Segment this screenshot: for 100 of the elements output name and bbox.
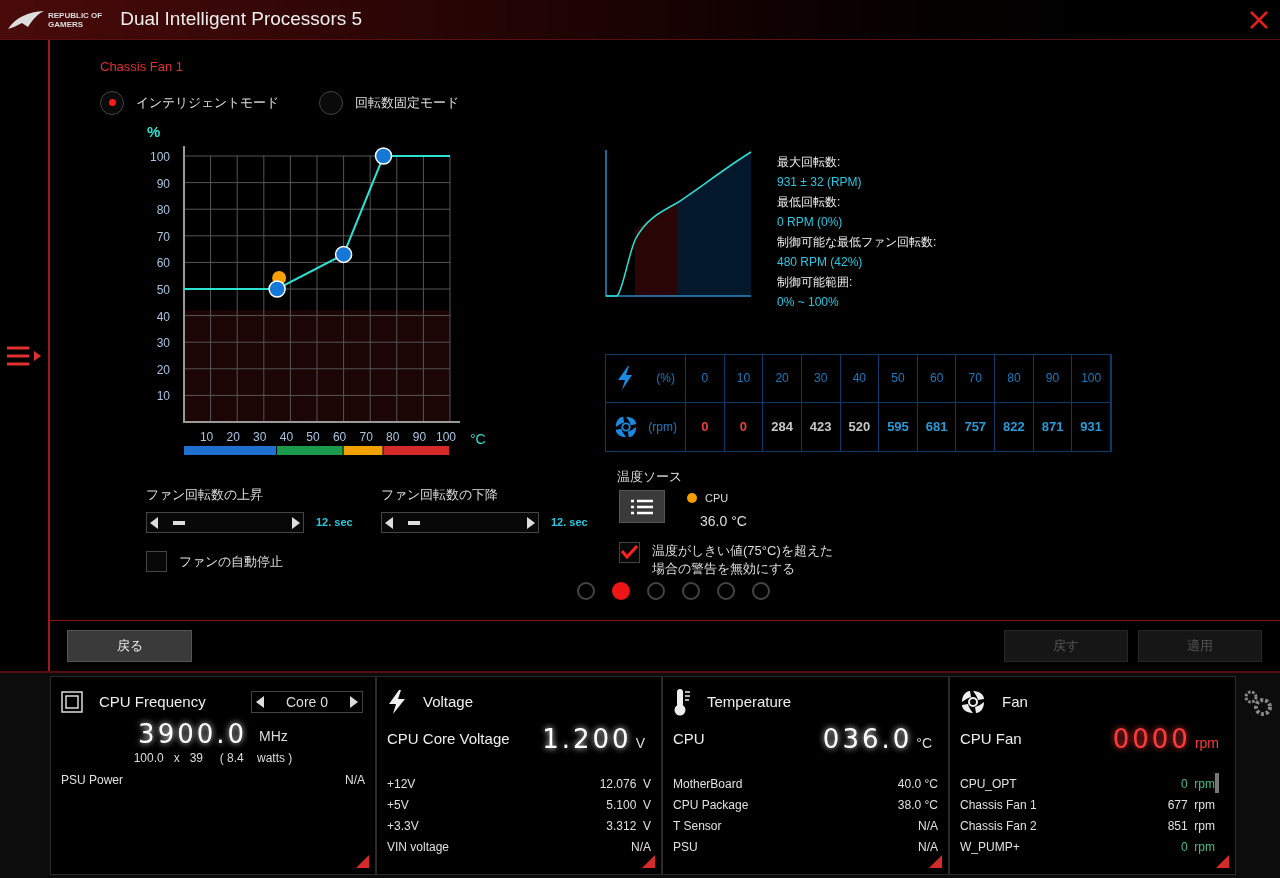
left-arrow-icon[interactable]	[150, 516, 158, 529]
y-tick-label: 50	[156, 282, 170, 297]
x-tick-label: 50	[306, 429, 320, 444]
x-tick-label: 80	[386, 429, 400, 444]
x-tick-label: 100	[436, 429, 456, 444]
thermometer-icon	[673, 688, 691, 716]
core-label: Core 0	[286, 692, 328, 712]
checkbox[interactable]	[146, 551, 167, 572]
sensor-value: N/A	[631, 838, 651, 856]
main-sensor-value: 0000	[1112, 724, 1191, 754]
sensor-reading: 36.0 °C	[700, 511, 747, 531]
table-cell: 50	[879, 354, 918, 403]
sensor-value: 3.312 V	[606, 817, 651, 835]
sensor-label: W_PUMP+	[960, 838, 1020, 856]
sensor-value: 677 rpm	[1167, 796, 1215, 814]
table-cell-text: 0	[701, 417, 709, 436]
table-cell-text: 0	[739, 417, 748, 436]
back-button[interactable]: 戻る	[67, 630, 192, 662]
corner-triangle-icon[interactable]	[642, 855, 655, 868]
info-value: 0 RPM (0%)	[777, 213, 844, 231]
y-tick-label: 90	[156, 176, 170, 191]
corner-triangle-icon[interactable]	[1216, 855, 1229, 868]
sensor-name: CPU	[705, 491, 729, 506]
table-cell-text: 595	[887, 417, 909, 436]
main-sensor-value: 036.0	[822, 724, 913, 754]
y-axis-unit: %	[147, 122, 161, 140]
slider[interactable]	[146, 512, 304, 533]
table-cell-text: 520	[848, 417, 871, 436]
y-tick-label: 80	[156, 202, 170, 217]
list-icon	[631, 498, 653, 515]
table-cell-text: 822	[1003, 417, 1025, 436]
sensor-label: PSU Power	[61, 771, 124, 789]
sensor-value: 38.0 °C	[897, 796, 938, 814]
main-sensor-unit: V	[635, 734, 645, 753]
panel-title: Temperature	[707, 691, 792, 712]
scrollbar[interactable]	[1215, 773, 1219, 793]
info-value: 931 ± 32 (RPM)	[777, 173, 863, 191]
x-tick-label: 70	[359, 429, 373, 444]
right-arrow-icon[interactable]	[292, 516, 300, 529]
corner-triangle-icon[interactable]	[929, 855, 942, 868]
curve-control-point[interactable]	[334, 245, 353, 263]
logo-icon	[6, 8, 46, 31]
sensor-label: +12V	[387, 775, 416, 793]
y-tick-label: 10	[156, 388, 170, 403]
close-icon[interactable]	[1250, 10, 1268, 29]
main-sensor-value: 1.200	[542, 724, 632, 754]
table-cell: 60	[917, 354, 957, 403]
checkmark-icon	[621, 545, 638, 559]
info-value: 480 RPM (42%)	[777, 253, 864, 271]
right-arrow-icon[interactable]	[527, 516, 535, 529]
slider-label: ファン回転数の上昇	[146, 485, 264, 504]
table-cell: 70	[956, 354, 996, 403]
checkbox-label: 温度がしきい値(75°C)を超えた 場合の警告を無効にする	[652, 541, 833, 578]
y-tick-label: 60	[156, 255, 170, 270]
x-tick-label: 20	[226, 429, 240, 444]
sensor-value: 0 rpm	[1181, 775, 1215, 793]
slider-thumb[interactable]	[407, 521, 420, 525]
y-tick-label: 40	[156, 309, 170, 324]
table-cell: 10	[724, 354, 764, 403]
sensor-value: N/A	[918, 817, 938, 835]
slider[interactable]	[381, 512, 539, 533]
y-tick-label: 70	[156, 229, 170, 244]
sensor-label: Chassis Fan 2	[960, 817, 1037, 835]
panel-title: CPU Frequency	[99, 691, 206, 712]
table-cell: 80	[995, 354, 1034, 403]
frequency-unit: MHz	[259, 727, 288, 746]
table-cell: 40	[840, 354, 880, 403]
curve-control-point[interactable]	[374, 146, 393, 165]
settings-icon[interactable]	[1242, 688, 1274, 718]
sensor-label: +3.3V	[387, 817, 419, 835]
fan-icon	[960, 689, 986, 715]
main-sensor-unit: rpm	[1194, 734, 1219, 753]
sensor-value: 0 rpm	[1181, 838, 1215, 856]
list-button[interactable]	[619, 490, 665, 523]
table-cell: 90	[1033, 354, 1073, 403]
section-title: 温度ソース	[617, 467, 683, 486]
y-tick-label: 100	[149, 149, 170, 164]
rpm-unit: (rpm)	[648, 418, 677, 436]
percent-unit: (%)	[656, 370, 675, 387]
radio-button[interactable]	[100, 90, 124, 115]
main-sensor-unit: °C	[916, 734, 932, 753]
left-arrow-icon[interactable]	[256, 696, 264, 708]
radio-button[interactable]	[319, 90, 343, 115]
sensor-label: +5V	[387, 796, 409, 814]
menu-icon[interactable]	[7, 344, 41, 367]
right-arrow-icon[interactable]	[350, 696, 358, 708]
left-arrow-icon[interactable]	[385, 516, 393, 529]
table-cell: 100	[1072, 354, 1111, 403]
checkbox[interactable]	[619, 541, 640, 563]
curve-control-point[interactable]	[268, 279, 286, 298]
core-selector[interactable]: Core 0	[251, 691, 363, 713]
frequency-value: 3900.0	[138, 719, 248, 749]
frequency-detail: 100.0 x 39 ( 8.4 watts )	[133, 750, 293, 767]
slider-thumb[interactable]	[172, 521, 185, 525]
info-label: 制御可能範囲:	[777, 273, 854, 291]
info-label: 最大回転数:	[777, 153, 842, 171]
sensor-value: 40.0 °C	[897, 775, 938, 793]
table-cell-text: 871	[1041, 417, 1064, 436]
table-cell: 20	[763, 354, 802, 403]
corner-triangle-icon[interactable]	[356, 855, 369, 868]
